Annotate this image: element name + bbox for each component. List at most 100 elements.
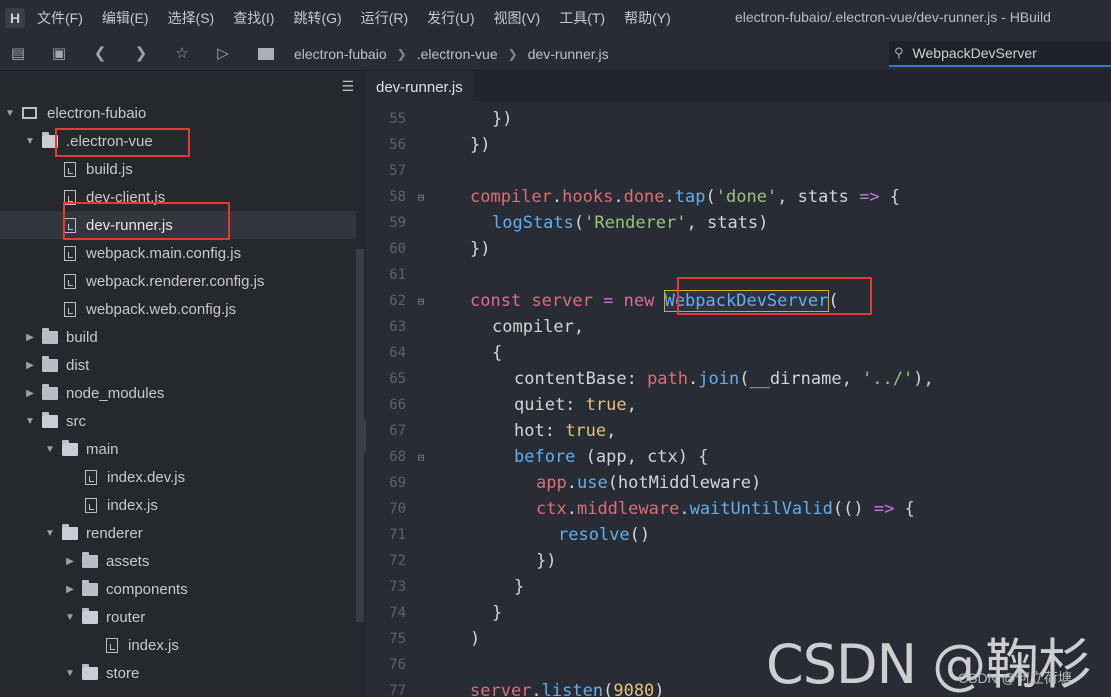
line-number: 69 (389, 475, 406, 491)
hbuilder-logo-icon: H (5, 8, 25, 28)
tree-folder[interactable]: ▼ main (0, 435, 356, 463)
menu-publish[interactable]: 发行(U) (427, 8, 474, 28)
js-file-icon (106, 637, 118, 653)
tree-folder[interactable]: ▼ router (0, 603, 356, 631)
code-area[interactable]: 55 }) 56 }) 57 58 ⊟ compiler.hooks.done.t… (366, 101, 1111, 697)
tree-folder[interactable]: ▼ src (0, 407, 356, 435)
menu-view[interactable]: 视图(V) (494, 8, 541, 28)
code-line: 57 (366, 158, 1111, 184)
folder-open-icon (42, 411, 58, 428)
tree-folder[interactable]: ▶ node_modules (0, 379, 356, 407)
menu-file[interactable]: 文件(F) (37, 8, 83, 28)
chevron-right-icon: ❯ (396, 47, 407, 61)
project-explorer: ☰ ▼ electron-fubaio ▼ .electron-vue buil… (0, 71, 356, 697)
back-icon[interactable]: ❮ (91, 44, 109, 62)
tree-label: webpack.web.config.js (86, 300, 237, 318)
tree-file-active[interactable]: dev-runner.js (0, 211, 356, 239)
star-icon[interactable]: ☆ (173, 44, 191, 62)
tree-folder[interactable]: ▶ build (0, 323, 356, 351)
menu-icon[interactable]: ☰ (341, 78, 354, 95)
search-input-value: WebpackDevServer (912, 45, 1037, 61)
chevron-down-icon: ▼ (25, 135, 35, 147)
folder-icon (82, 579, 98, 596)
tree-label: index.dev.js (107, 468, 186, 486)
folder-icon (42, 383, 58, 400)
js-file-icon (85, 469, 97, 485)
tree-folder[interactable]: ▶ assets (0, 547, 356, 575)
tree-file[interactable]: webpack.main.config.js (0, 239, 356, 267)
code-line: 60 }) (366, 236, 1111, 262)
tree-file[interactable]: webpack.renderer.config.js (0, 267, 356, 295)
new-file-icon[interactable]: ▤ (9, 44, 27, 62)
breadcrumb-folder[interactable]: .electron-vue (417, 46, 498, 62)
tree-folder[interactable]: ▼ renderer (0, 519, 356, 547)
code-line: 55 }) (366, 106, 1111, 132)
menu-run[interactable]: 运行(R) (361, 8, 408, 28)
fold-icon[interactable]: ⊟ (406, 451, 436, 464)
js-file-icon (85, 497, 97, 513)
tree-folder[interactable]: ▶ dist (0, 351, 356, 379)
run-icon[interactable]: ▷ (214, 44, 232, 62)
tab-label: dev-runner.js (376, 78, 463, 96)
code-text: }) (470, 239, 491, 259)
code-text: ) (470, 629, 481, 649)
tree-project[interactable]: ▼ electron-fubaio (0, 99, 356, 127)
breadcrumb-file[interactable]: dev-runner.js (528, 46, 609, 62)
menu-bar: H 文件(F) 编辑(E) 选择(S) 查找(I) 跳转(G) 运行(R) 发行… (0, 0, 1111, 36)
tree-label: router (106, 608, 146, 626)
line-number: 63 (389, 319, 406, 335)
code-text: const server = new WebpackDevServer( (470, 290, 839, 312)
watermark-small: CSDN @何立荷塘 (958, 670, 1072, 686)
js-file-icon (64, 273, 76, 289)
tree-file[interactable]: webpack.web.config.js (0, 295, 356, 323)
tree-file[interactable]: index.dev.js (0, 463, 356, 491)
folder-icon (82, 551, 98, 568)
chevron-right-icon: ▶ (26, 387, 34, 399)
tab-dev-runner[interactable]: dev-runner.js (366, 71, 473, 101)
code-text: compiler.hooks.done.tap('done', stats =>… (470, 187, 901, 207)
tree-folder[interactable]: ▼ store (0, 659, 356, 687)
search-input[interactable]: ⚲ WebpackDevServer (889, 41, 1111, 67)
tree-label: webpack.renderer.config.js (86, 272, 265, 290)
code-line: 63 compiler, (366, 314, 1111, 340)
forward-icon[interactable]: ❯ (132, 44, 150, 62)
line-number: 65 (389, 371, 406, 387)
tree-label: electron-fubaio (47, 104, 147, 122)
line-number: 75 (389, 631, 406, 647)
menu-tools[interactable]: 工具(T) (559, 8, 605, 28)
code-line: 68 ⊟ before (app, ctx) { (366, 444, 1111, 470)
sidebar-header: ☰ (0, 71, 356, 101)
tree-folder[interactable]: ▼ .electron-vue (0, 127, 356, 155)
line-number: 68 (389, 449, 406, 465)
code-text: contentBase: path.join(__dirname, '../')… (514, 369, 934, 389)
window-title: electron-fubaio/.electron-vue/dev-runner… (735, 9, 1051, 25)
line-number: 62 (389, 293, 406, 309)
line-number: 59 (389, 215, 406, 231)
line-number: 74 (389, 605, 406, 621)
breadcrumb-project[interactable]: electron-fubaio (294, 46, 387, 62)
breadcrumb: electron-fubaio ❯ .electron-vue ❯ dev-ru… (258, 43, 609, 65)
tree-file[interactable]: index.js (0, 491, 356, 519)
tree-file[interactable]: dev-client.js (0, 183, 356, 211)
line-number: 66 (389, 397, 406, 413)
menu-select[interactable]: 选择(S) (168, 8, 215, 28)
menu-help[interactable]: 帮助(Y) (624, 8, 671, 28)
menu-find[interactable]: 查找(I) (233, 8, 274, 28)
tree-label: index.js (128, 636, 179, 654)
chevron-right-icon: ▶ (66, 583, 74, 595)
save-icon[interactable]: ▣ (50, 44, 68, 62)
fold-icon[interactable]: ⊟ (406, 295, 436, 308)
tree-file[interactable]: index.js (0, 631, 356, 659)
chevron-down-icon: ▼ (25, 415, 35, 427)
code-text: resolve() (558, 525, 651, 545)
folder-open-icon (42, 131, 58, 148)
folder-icon (42, 355, 58, 372)
tree-folder[interactable]: ▶ components (0, 575, 356, 603)
menu-edit[interactable]: 编辑(E) (102, 8, 149, 28)
tree-file[interactable]: build.js (0, 155, 356, 183)
tree-label: main (86, 440, 119, 458)
js-file-icon (64, 217, 76, 233)
menu-goto[interactable]: 跳转(G) (293, 8, 341, 28)
fold-icon[interactable]: ⊟ (406, 191, 436, 204)
tree-label: dev-runner.js (86, 216, 173, 234)
